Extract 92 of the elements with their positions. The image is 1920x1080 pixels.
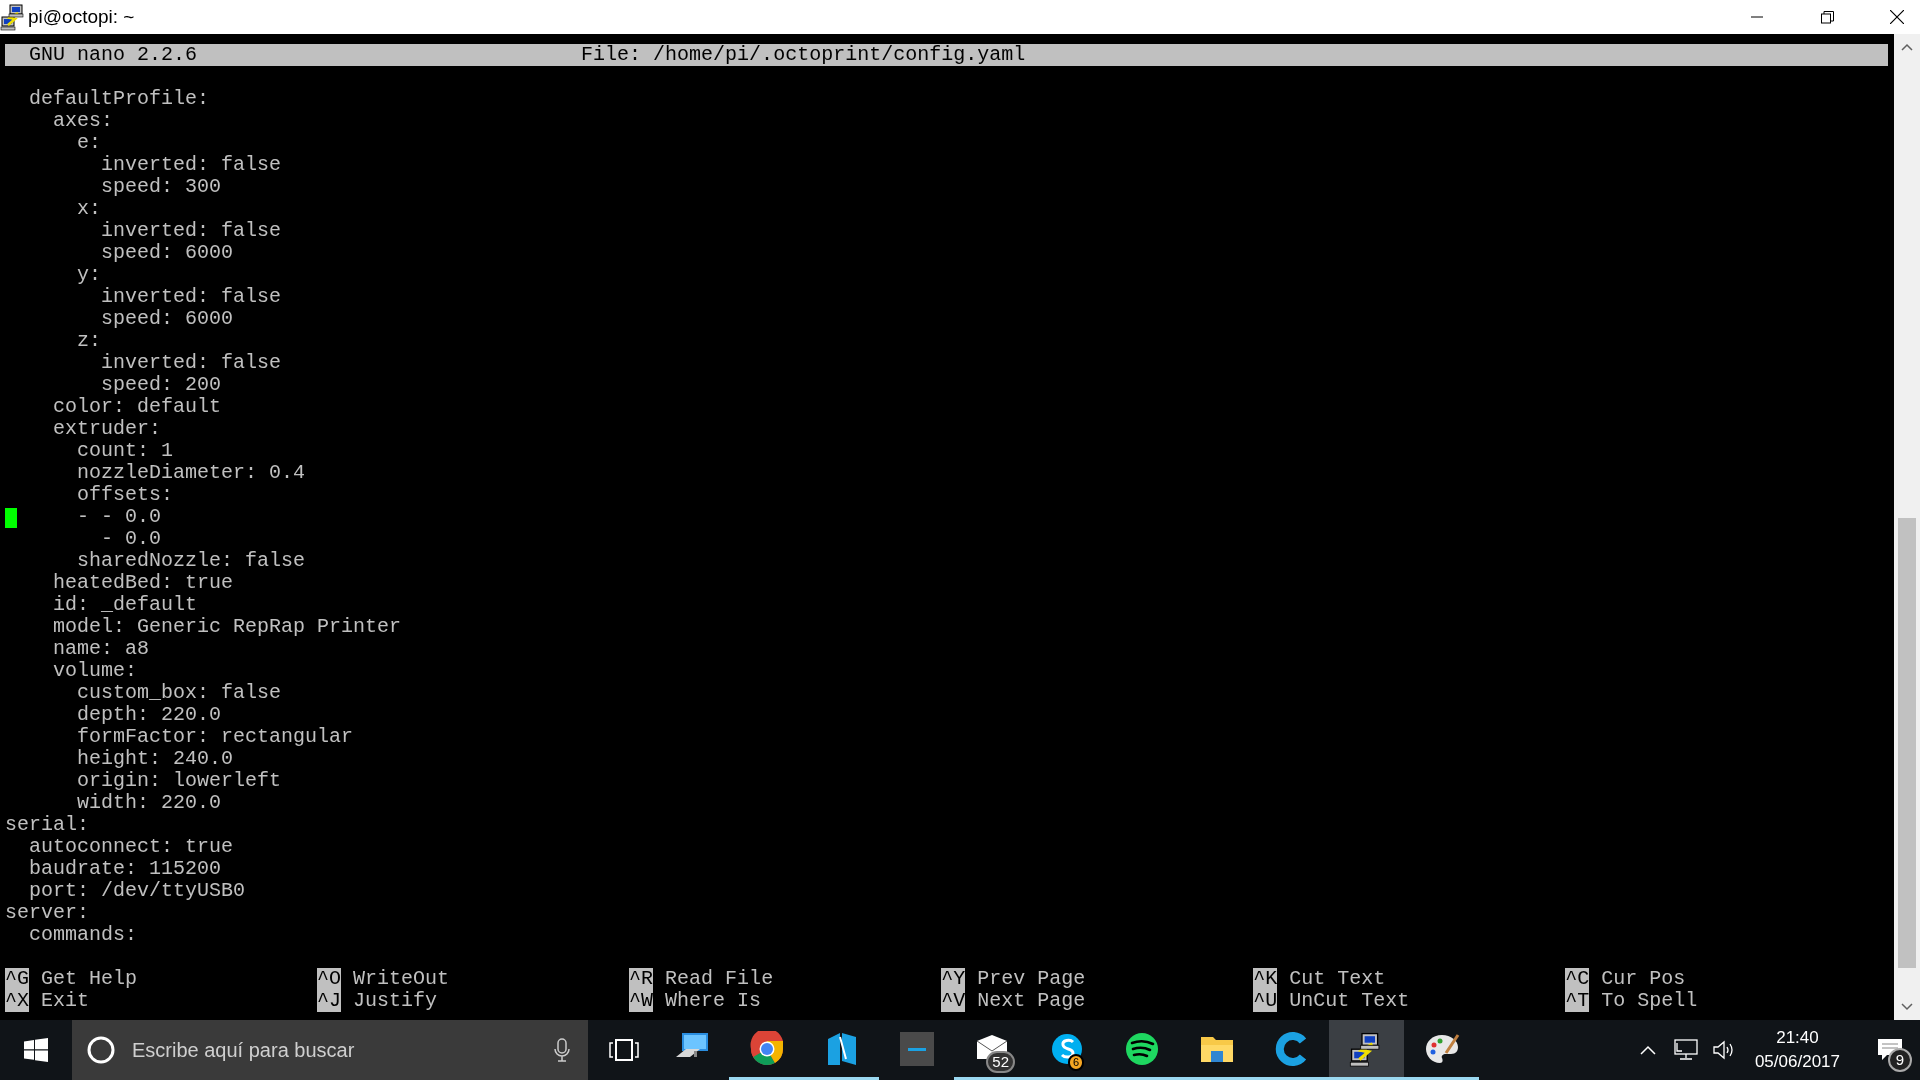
- shortcut-label: Where Is: [665, 990, 762, 1012]
- shortcut-key: ^K: [1253, 968, 1278, 990]
- code-line: color: default: [52, 396, 222, 418]
- shortcut-key: ^C: [1565, 968, 1590, 990]
- notifications-button[interactable]: 9: [1860, 1020, 1920, 1080]
- code-line: width: 220.0: [76, 792, 222, 814]
- editor-version: GNU nano 2.2.6: [29, 44, 198, 66]
- code-line: volume:: [52, 660, 138, 682]
- code-line: autoconnect: true: [28, 836, 234, 858]
- restore-icon: [1820, 10, 1834, 24]
- microphone-icon: [554, 1038, 570, 1062]
- code-line: baudrate: 115200: [28, 858, 222, 880]
- taskbar-app-button[interactable]: [1329, 1020, 1404, 1080]
- code-line: e:: [76, 132, 101, 154]
- code-line: name: a8: [52, 638, 150, 660]
- scrollbar-thumb[interactable]: [1898, 518, 1916, 968]
- shortcut-key: ^Y: [941, 968, 966, 990]
- shortcut-label: Read File: [665, 968, 774, 990]
- code-line: count: 1: [76, 440, 174, 462]
- chevron-up-icon: [1639, 1045, 1656, 1055]
- search-box[interactable]: Escribe aquí para buscar: [72, 1020, 588, 1080]
- shortcut-label: Cur Pos: [1601, 968, 1686, 990]
- code-line: heatedBed: true: [52, 572, 234, 594]
- code-line: defaultProfile:: [28, 88, 210, 110]
- shortcut-label: Prev Page: [977, 968, 1086, 990]
- terminal-window-icon: [898, 1030, 935, 1067]
- scrollbar[interactable]: [1894, 34, 1920, 1020]
- code-line: axes:: [52, 110, 114, 132]
- spotify-icon: [1123, 1030, 1160, 1067]
- shortcut-label: Exit: [41, 990, 90, 1012]
- count-badge: 52: [986, 1051, 1015, 1073]
- shortcut-label: Cut Text: [1289, 968, 1386, 990]
- shortcut-label: WriteOut: [353, 968, 450, 990]
- code-line: id: _default: [52, 594, 198, 616]
- code-line: offsets:: [76, 484, 174, 506]
- window-title: pi@octopi: ~: [28, 4, 135, 29]
- windows-logo-icon: [24, 1038, 48, 1062]
- shortcut-key: ^R: [629, 968, 654, 990]
- shortcut-label: UnCut Text: [1289, 990, 1410, 1012]
- code-line: x:: [76, 198, 101, 220]
- code-line: commands:: [28, 924, 138, 946]
- code-line: extruder:: [52, 418, 162, 440]
- shortcut-key: ^T: [1565, 990, 1590, 1012]
- shortcut-key: ^G: [5, 968, 29, 990]
- shortcut-key: ^U: [1253, 990, 1278, 1012]
- shortcut-label: To Spell: [1601, 990, 1698, 1012]
- network-icon: [1673, 1039, 1698, 1061]
- cortana-circle-icon: [86, 1035, 116, 1065]
- code-line: inverted: false: [100, 154, 282, 176]
- code-line: serial:: [5, 814, 89, 836]
- task-view-icon: [608, 1038, 640, 1062]
- code-line: y:: [76, 264, 101, 286]
- shortcut-key: ^O: [317, 968, 342, 990]
- code-line: nozzleDiameter: 0.4: [76, 462, 306, 484]
- clock-date: 05/06/2017: [1754, 1051, 1840, 1073]
- code-line: server:: [5, 902, 89, 924]
- code-line: - - 0.0: [5, 506, 162, 528]
- taskbar-app-button[interactable]: 52: [954, 1020, 1029, 1080]
- code-line: inverted: false: [100, 220, 282, 242]
- clock-time: 21:40: [1776, 1027, 1819, 1049]
- code-line: origin: lowerleft: [76, 770, 282, 792]
- shortcut-label: Get Help: [41, 968, 138, 990]
- code-line: inverted: false: [100, 286, 282, 308]
- code-line: height: 240.0: [76, 748, 234, 770]
- code-line: inverted: false: [100, 352, 282, 374]
- putty-icon: [0, 3, 24, 31]
- code-line: speed: 6000: [100, 308, 234, 330]
- close-icon: [1890, 10, 1904, 24]
- shortcut-label: Justify: [353, 990, 438, 1012]
- shortcut-key: ^W: [629, 990, 654, 1012]
- code-line: custom_box: false: [76, 682, 282, 704]
- code-line: - 0.0: [100, 528, 162, 550]
- shortcut-key: ^X: [5, 990, 29, 1012]
- shortcut-label: Next Page: [977, 990, 1086, 1012]
- code-line: speed: 300: [100, 176, 222, 198]
- code-line: formFactor: rectangular: [76, 726, 354, 748]
- code-line: speed: 6000: [100, 242, 234, 264]
- search-field[interactable]: Escribe aquí para buscar: [130, 1034, 540, 1066]
- code-line: z:: [76, 330, 101, 352]
- notification-count: 9: [1888, 1048, 1912, 1072]
- file-path: File: /home/pi/.octoprint/config.yaml: [581, 44, 1026, 66]
- shortcut-key: ^J: [317, 990, 342, 1012]
- count-badge: 6: [1067, 1054, 1084, 1071]
- code-line: sharedNozzle: false: [76, 550, 306, 572]
- chrome-icon: [748, 1030, 785, 1067]
- code-line: model: Generic RepRap Printer: [52, 616, 402, 638]
- taskbar-app-button[interactable]: 6: [1029, 1020, 1104, 1080]
- code-line: depth: 220.0: [76, 704, 222, 726]
- code-line: port: /dev/ttyUSB0: [28, 880, 246, 902]
- speaker-icon: [1711, 1039, 1736, 1061]
- code-line: speed: 200: [100, 374, 222, 396]
- shortcut-key: ^V: [941, 990, 966, 1012]
